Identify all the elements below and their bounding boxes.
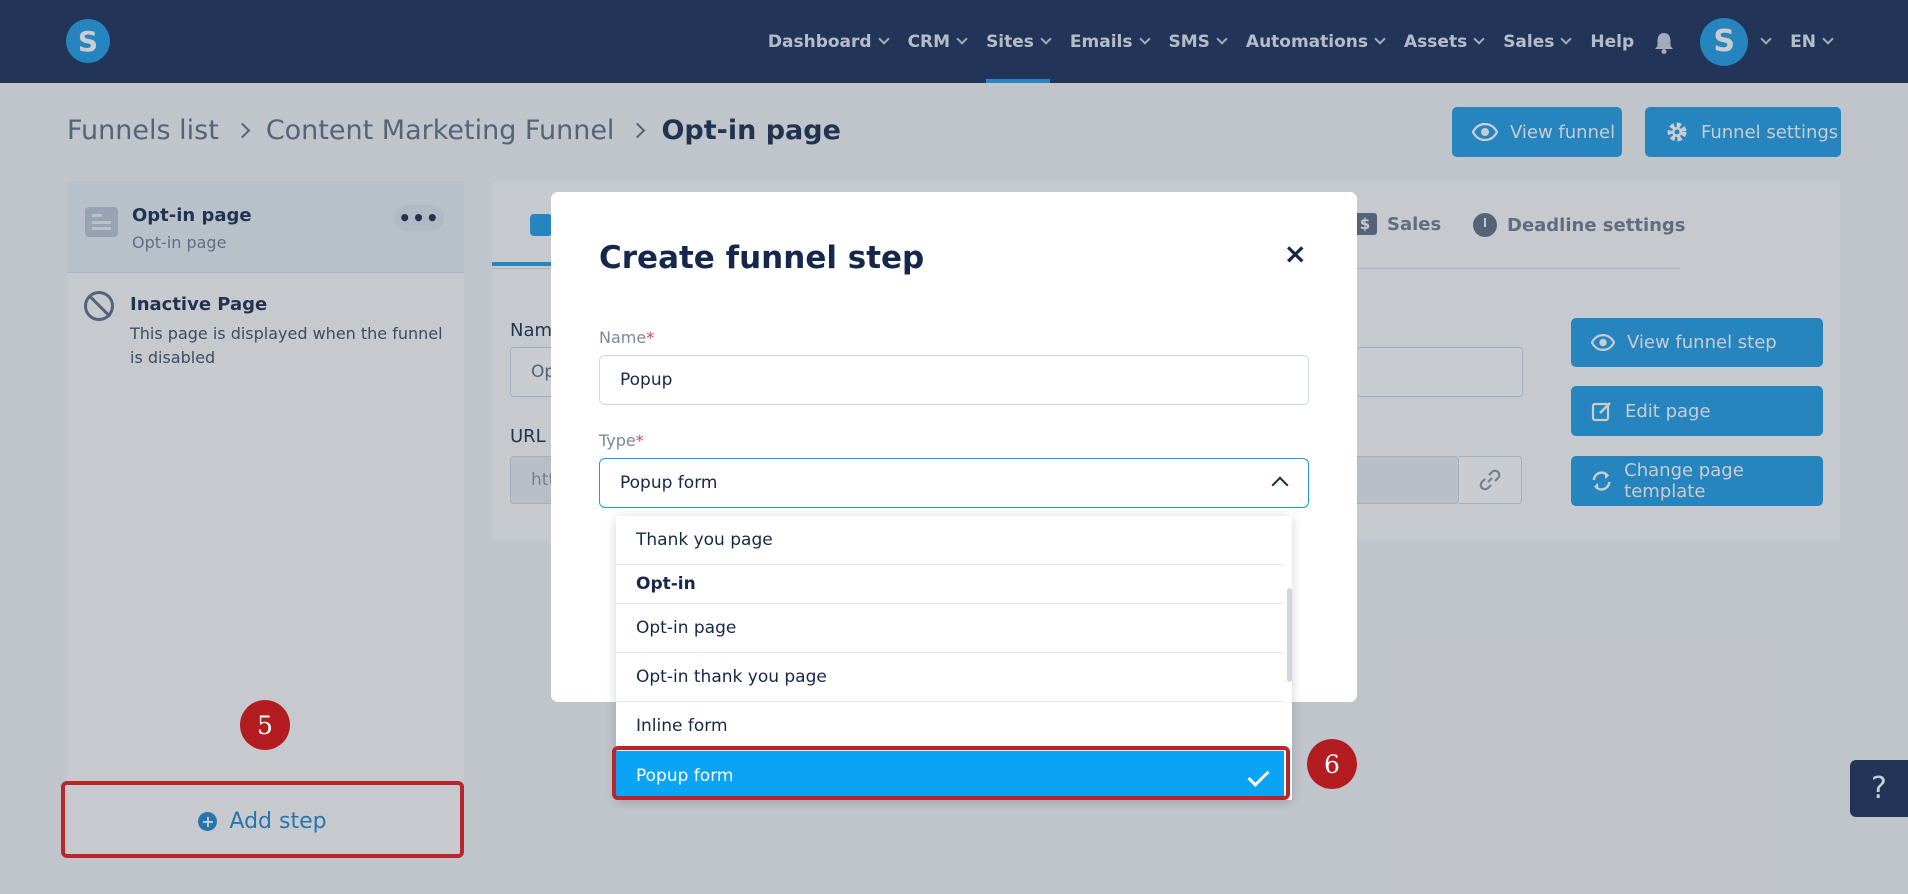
- modal-name-input[interactable]: Popup: [599, 355, 1309, 405]
- option-opt-in-thank-you-page[interactable]: Opt-in thank you page: [616, 653, 1284, 702]
- option-group-opt-in: Opt-in: [616, 565, 1284, 604]
- required-mark: *: [635, 431, 644, 450]
- option-label: Opt-in thank you page: [636, 667, 827, 687]
- modal-name-label: Name*: [599, 328, 654, 347]
- required-mark: *: [646, 328, 655, 347]
- option-label: Opt-in page: [636, 618, 737, 638]
- step-badge-5: 5: [240, 700, 290, 750]
- modal-type-select[interactable]: Popup form: [599, 458, 1309, 508]
- option-group-label: Opt-in: [636, 574, 696, 594]
- modal-type-label-text: Type: [599, 431, 636, 450]
- chevron-up-icon: [1271, 476, 1289, 494]
- option-inline-form[interactable]: Inline form: [616, 702, 1284, 751]
- modal-type-value: Popup form: [620, 473, 718, 493]
- highlight-add-step: [61, 781, 464, 858]
- option-label: Thank you page: [636, 530, 773, 550]
- option-opt-in-page[interactable]: Opt-in page: [616, 604, 1284, 653]
- modal-type-label: Type*: [599, 431, 644, 450]
- modal-name-value: Popup: [620, 370, 673, 390]
- option-label: Inline form: [636, 716, 728, 736]
- modal-title: Create funnel step: [599, 240, 925, 276]
- option-thank-you-page[interactable]: Thank you page: [616, 516, 1284, 565]
- modal-name-label-text: Name: [599, 328, 647, 347]
- highlight-popup-form: [612, 746, 1290, 800]
- close-icon[interactable]: ×: [1284, 237, 1307, 270]
- dropdown-scrollbar[interactable]: [1287, 588, 1292, 682]
- step-badge-6: 6: [1307, 739, 1357, 789]
